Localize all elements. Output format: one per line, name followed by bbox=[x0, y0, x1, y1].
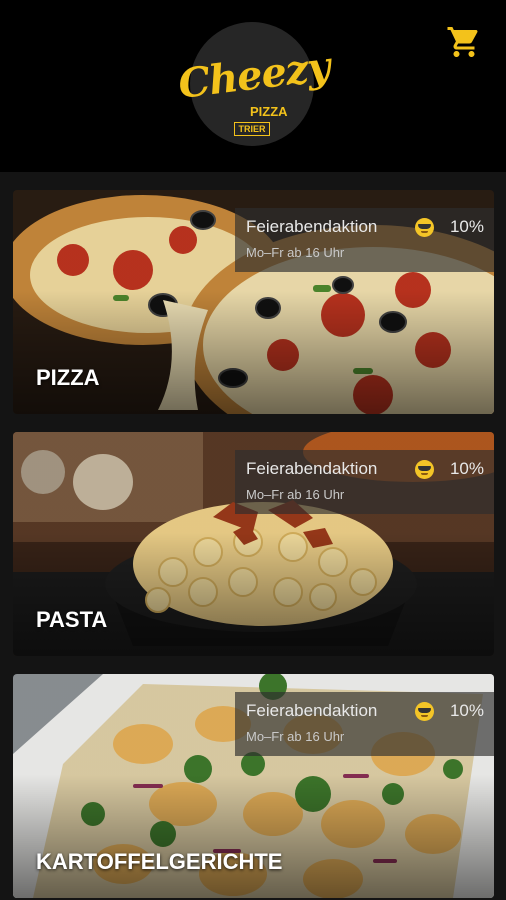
logo-city-badge: TRIER bbox=[234, 122, 270, 136]
promo-title: Feierabendaktion bbox=[246, 217, 378, 236]
promo-subtitle: Mo–Fr ab 16 Uhr bbox=[246, 487, 345, 502]
app-header: Cheezy PIZZA TRIER bbox=[0, 0, 506, 172]
category-list: Feierabendaktion 10% Mo–Fr ab 16 Uhr PIZ… bbox=[0, 172, 506, 900]
cart-button[interactable] bbox=[444, 22, 484, 62]
logo-subtitle: PIZZA bbox=[250, 104, 288, 119]
promo-title: Feierabendaktion bbox=[246, 459, 378, 478]
sunglasses-emoji-icon bbox=[415, 702, 434, 721]
promo-banner: Feierabendaktion 10% Mo–Fr ab 16 Uhr bbox=[235, 450, 494, 514]
promo-banner: Feierabendaktion 10% Mo–Fr ab 16 Uhr bbox=[235, 208, 494, 272]
category-card-pizza[interactable]: Feierabendaktion 10% Mo–Fr ab 16 Uhr PIZ… bbox=[13, 190, 494, 414]
shopping-cart-icon bbox=[447, 27, 478, 57]
promo-percent: 10% bbox=[449, 701, 484, 720]
promo-banner: Feierabendaktion 10% Mo–Fr ab 16 Uhr bbox=[235, 692, 494, 756]
cheezy-pizza-logo[interactable]: Cheezy PIZZA TRIER bbox=[176, 22, 332, 146]
sunglasses-emoji-icon bbox=[415, 218, 434, 237]
logo-wordmark: Cheezy bbox=[175, 42, 333, 108]
category-title: PIZZA bbox=[36, 365, 100, 390]
promo-subtitle: Mo–Fr ab 16 Uhr bbox=[246, 729, 345, 744]
promo-subtitle: Mo–Fr ab 16 Uhr bbox=[246, 245, 345, 260]
category-card-kartoffelgerichte[interactable]: Feierabendaktion 10% Mo–Fr ab 16 Uhr KAR… bbox=[13, 674, 494, 898]
category-title: PASTA bbox=[36, 607, 108, 632]
sunglasses-emoji-icon bbox=[415, 460, 434, 479]
category-title: KARTOFFELGERICHTE bbox=[36, 849, 283, 874]
promo-title: Feierabendaktion bbox=[246, 701, 378, 720]
category-card-pasta[interactable]: Feierabendaktion 10% Mo–Fr ab 16 Uhr PAS… bbox=[13, 432, 494, 656]
promo-percent: 10% bbox=[449, 459, 484, 478]
promo-percent: 10% bbox=[449, 217, 484, 236]
